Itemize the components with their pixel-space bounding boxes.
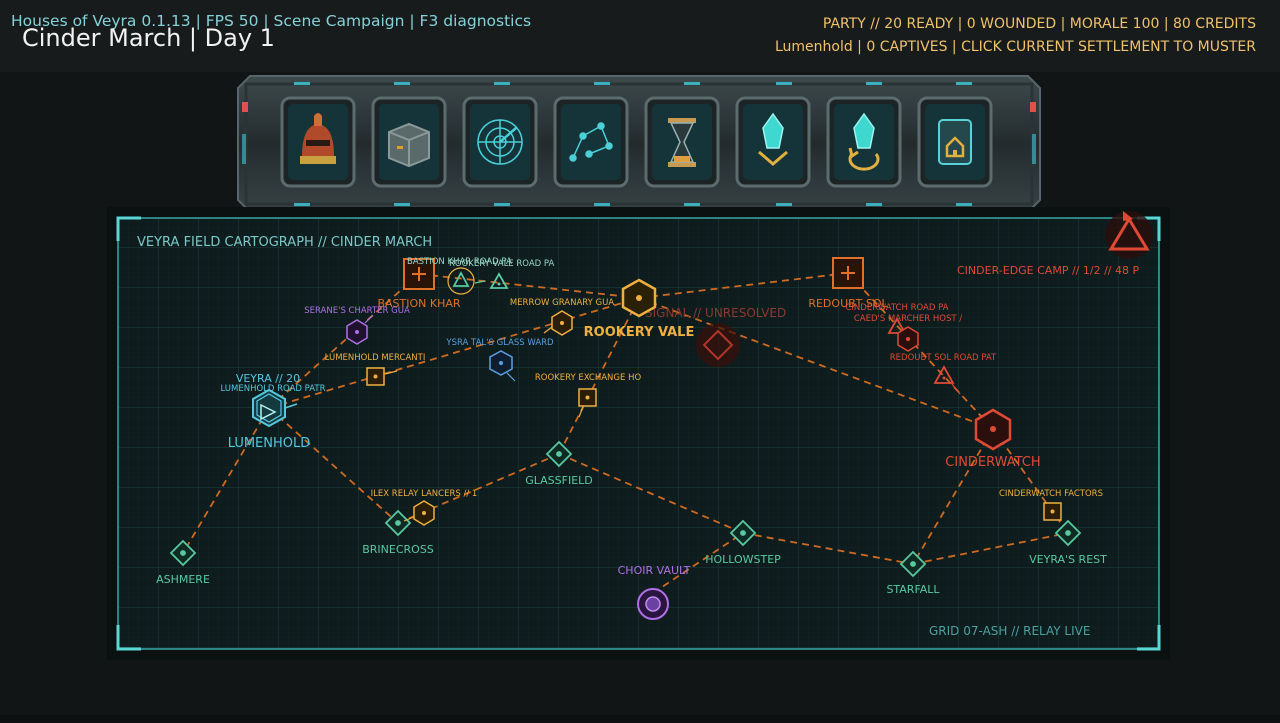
settlement-rookery-vale[interactable] bbox=[621, 278, 657, 318]
campaign-map[interactable]: VEYRA FIELD CARTOGRAPH // CINDER MARCH G… bbox=[107, 207, 1170, 660]
action-toolbar bbox=[236, 74, 1042, 214]
toolbar-button-1[interactable] bbox=[280, 96, 356, 188]
campaign-title: Cinder March | Day 1 bbox=[22, 24, 275, 52]
party-caeds-marcher[interactable] bbox=[897, 326, 919, 352]
toolbar-button-2[interactable] bbox=[371, 96, 447, 188]
party-ysra-tal-label: YSRA TAL'S GLASS WARD bbox=[445, 338, 554, 348]
party-cinderwatch-factors-label: CINDERWATCH FACTORS bbox=[999, 489, 1103, 499]
settlement-choir-vault[interactable] bbox=[637, 588, 669, 620]
party-ilex-relay-label: ILEX RELAY LANCERS // 1 bbox=[371, 489, 478, 499]
party-caeds-marcher-label: CAED'S MARCHER HOST / bbox=[854, 314, 962, 324]
top-status-bar: Houses of Veyra 0.1.13 | FPS 50 | Scene … bbox=[0, 0, 1280, 72]
settlement-glassfield-label: GLASSFIELD bbox=[525, 474, 593, 487]
party-cinderwatch-factors[interactable] bbox=[1043, 502, 1062, 521]
settlement-brinecross-label: BRINECROSS bbox=[362, 543, 434, 556]
enemy-camp-label: CINDER-EDGE CAMP // 1/2 // 48 P bbox=[957, 264, 1139, 277]
toolbar-button-7[interactable] bbox=[826, 96, 902, 188]
map-title: VEYRA FIELD CARTOGRAPH // CINDER MARCH bbox=[137, 235, 432, 250]
grid-status: GRID 07-ASH // RELAY LIVE bbox=[929, 624, 1090, 638]
settlement-hollowstep-label: HOLLOWSTEP bbox=[705, 553, 781, 566]
party-seranes-charter-label: SERANE'S CHARTER GUA bbox=[304, 306, 410, 316]
settlement-starfall-label: STARFALL bbox=[886, 583, 940, 596]
party-merrow-granary-label: MERROW GRANARY GUA bbox=[510, 298, 615, 308]
footer-strip bbox=[0, 715, 1280, 723]
radar-icon bbox=[477, 119, 523, 165]
party-redoubt-sol-road-label: REDOUBT SOL ROAD PAT bbox=[890, 353, 997, 363]
party-lumenhold-mercantile-label: LUMENHOLD MERCANTI bbox=[325, 353, 426, 363]
toolbar-button-3[interactable] bbox=[462, 96, 538, 188]
party-lumenhold-road-patrol-label: LUMENHOLD ROAD PATR bbox=[220, 384, 325, 394]
settlement-cinderwatch-label: CINDERWATCH bbox=[945, 455, 1040, 470]
supply-crate-icon bbox=[388, 122, 430, 168]
home-gate-icon bbox=[938, 119, 972, 165]
party-rookery-vale-road-label: ROOKERY VALE ROAD PA bbox=[449, 259, 554, 269]
enemy-camp-marker[interactable] bbox=[1105, 211, 1153, 259]
party-cinderwatch-road-label: CINDERWATCH ROAD PA bbox=[845, 303, 948, 313]
settlement-ashmere-label: ASHMERE bbox=[156, 573, 210, 586]
signal-label: SIGNAL // UNRESOLVED bbox=[645, 306, 786, 320]
toolbar-button-4[interactable] bbox=[553, 96, 629, 188]
party-rookery-exchange-label: ROOKERY EXCHANGE HO bbox=[535, 373, 642, 383]
settlement-cinderwatch[interactable] bbox=[974, 408, 1012, 451]
party-status: PARTY // 20 READY | 0 WOUNDED | MORALE 1… bbox=[822, 16, 1256, 32]
settlement-redoubt-sol[interactable] bbox=[832, 257, 864, 289]
settlement-lumenhold-label: LUMENHOLD bbox=[228, 436, 311, 451]
unresolved-signal[interactable] bbox=[696, 323, 740, 367]
settlement-status: Lumenhold | 0 CAPTIVES | CLICK CURRENT S… bbox=[774, 39, 1256, 55]
toolbar-button-6[interactable] bbox=[735, 96, 811, 188]
settlement-choir-vault-label: CHOIR VAULT bbox=[618, 564, 691, 577]
toolbar-button-8[interactable] bbox=[917, 96, 993, 188]
settlement-veyras-rest-label: VEYRA'S REST bbox=[1029, 553, 1107, 566]
settlement-rookery-vale-label: ROOKERY VALE bbox=[584, 325, 695, 340]
toolbar-button-5[interactable] bbox=[644, 96, 720, 188]
